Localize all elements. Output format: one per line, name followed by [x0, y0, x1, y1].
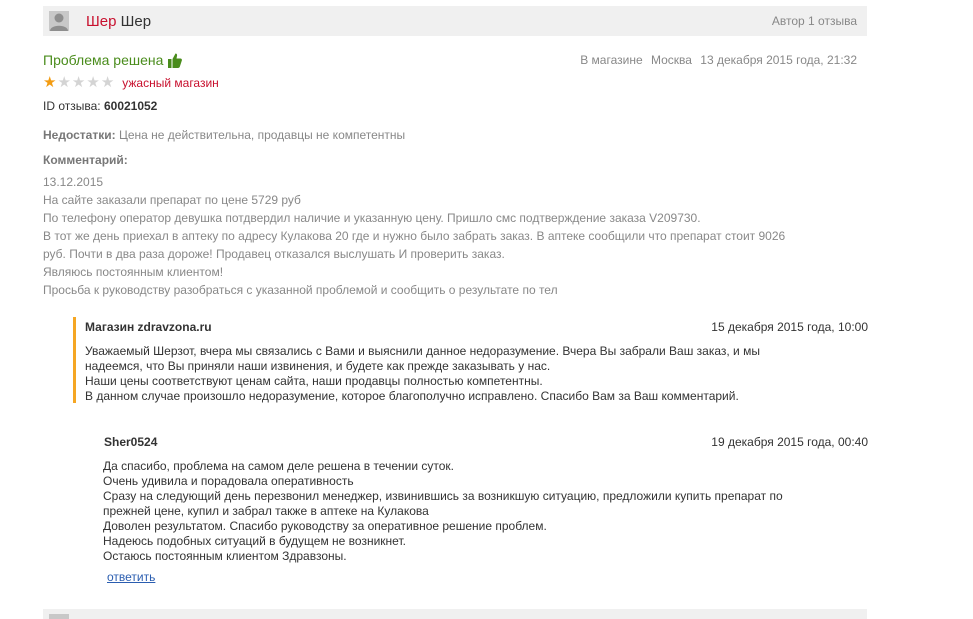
- review-title: Проблема решена: [43, 52, 183, 68]
- review-rating: ★★★★★ ужасный магазин: [43, 75, 219, 90]
- review-where-label: В магазине: [580, 53, 643, 67]
- review-meta: В магазине Москва 13 декабря 2015 года, …: [575, 53, 857, 67]
- star-icon: ★: [71, 74, 86, 91]
- author-first-name: Шер: [86, 13, 117, 30]
- user-reply-line: Надеюсь подобных ситуаций в будущем не в…: [103, 534, 406, 548]
- user-reply-datetime: 19 декабря 2015 года, 00:40: [711, 435, 868, 449]
- star-icon: ★: [100, 74, 115, 91]
- store-reply-body: Уважаемый Шерзот, вчера мы связались с В…: [85, 344, 845, 404]
- comment-line: 13.12.2015: [43, 175, 104, 189]
- review-id: ID отзыва: 60021052: [43, 99, 157, 113]
- comment-line: По телефону оператор девушка потдвердил …: [43, 211, 701, 225]
- comment-line: На сайте заказали препарат по цене 5729 …: [43, 193, 301, 207]
- store-reply: Магазин zdravzona.ru 15 декабря 2015 год…: [73, 317, 868, 403]
- user-reply-line: Остаюсь постоянным клиентом Здравзоны.: [103, 549, 347, 563]
- author-reviews-count: Автор 1 отзыва: [771, 14, 857, 28]
- comment-line: руб. Почти в два раза дороже! Продавец о…: [43, 247, 505, 261]
- thumbs-up-icon: [168, 53, 183, 68]
- user-reply-author: Sher0524: [104, 435, 158, 449]
- review-id-value: 60021052: [103, 99, 158, 113]
- comment-line: Просьба к руководству разобраться с указ…: [43, 283, 558, 297]
- user-reply-line: Доволен результатом. Спасибо руководству…: [103, 519, 547, 533]
- rating-text: ужасный магазин: [122, 75, 219, 90]
- review-id-label: ID отзыва:: [43, 99, 101, 113]
- store-reply-author: Магазин zdravzona.ru: [85, 320, 212, 334]
- star-icon: ★: [43, 74, 57, 91]
- user-reply-line: прежней цене, купил и забрал также в апт…: [103, 504, 429, 518]
- next-review-bar: [43, 609, 867, 619]
- author-bar: Шер Шер Автор 1 отзыва: [43, 6, 867, 36]
- author-name[interactable]: Шер Шер: [86, 13, 151, 30]
- user-reply: Sher0524 19 декабря 2015 года, 00:40 Да …: [92, 434, 868, 584]
- comment-line: В тот же день приехал в аптеку по адресу…: [43, 229, 786, 243]
- cons-text: Цена не действительна, продавцы не компе…: [118, 128, 406, 142]
- star-icon: ★: [57, 74, 71, 91]
- user-reply-body: Да спасибо, проблема на самом деле решен…: [103, 459, 843, 564]
- store-reply-line: Уважаемый Шерзот, вчера мы связались с В…: [85, 344, 760, 358]
- store-reply-line: Наши цены соответствуют ценам сайта, наш…: [85, 374, 543, 388]
- comment-line: Являюсь постоянным клиентом!: [43, 265, 224, 279]
- review-datetime: 13 декабря 2015 года, 21:32: [700, 53, 857, 67]
- rating-stars: ★★★★★: [43, 75, 115, 90]
- comment-label: Комментарий:: [43, 153, 128, 167]
- author-last-name: Шер: [120, 13, 152, 30]
- review-comment: 13.12.2015 На сайте заказали препарат по…: [43, 173, 843, 299]
- review-cons: Недостатки: Цена не действительна, прода…: [43, 128, 405, 142]
- user-avatar-icon: [49, 614, 69, 619]
- review-page: Шер Шер Автор 1 отзыва Проблема решена В…: [0, 0, 973, 619]
- reply-link[interactable]: ответить: [107, 570, 155, 584]
- user-reply-line: Сразу на следующий день перезвонил менед…: [103, 489, 783, 503]
- store-reply-line: надеемся, что Вы приняли наши извинения,…: [85, 359, 551, 373]
- store-reply-line: В данном случае произошло недоразумение,…: [85, 389, 739, 403]
- review-title-text: Проблема решена: [43, 52, 164, 68]
- user-reply-line: Да спасибо, проблема на самом деле решен…: [103, 459, 454, 473]
- store-reply-datetime: 15 декабря 2015 года, 10:00: [711, 320, 868, 334]
- review-city: Москва: [650, 53, 692, 67]
- cons-label: Недостатки:: [43, 128, 116, 142]
- user-avatar-icon: [49, 11, 69, 31]
- user-reply-line: Очень удивила и порадовала оперативность: [103, 474, 354, 488]
- star-icon: ★: [86, 74, 100, 91]
